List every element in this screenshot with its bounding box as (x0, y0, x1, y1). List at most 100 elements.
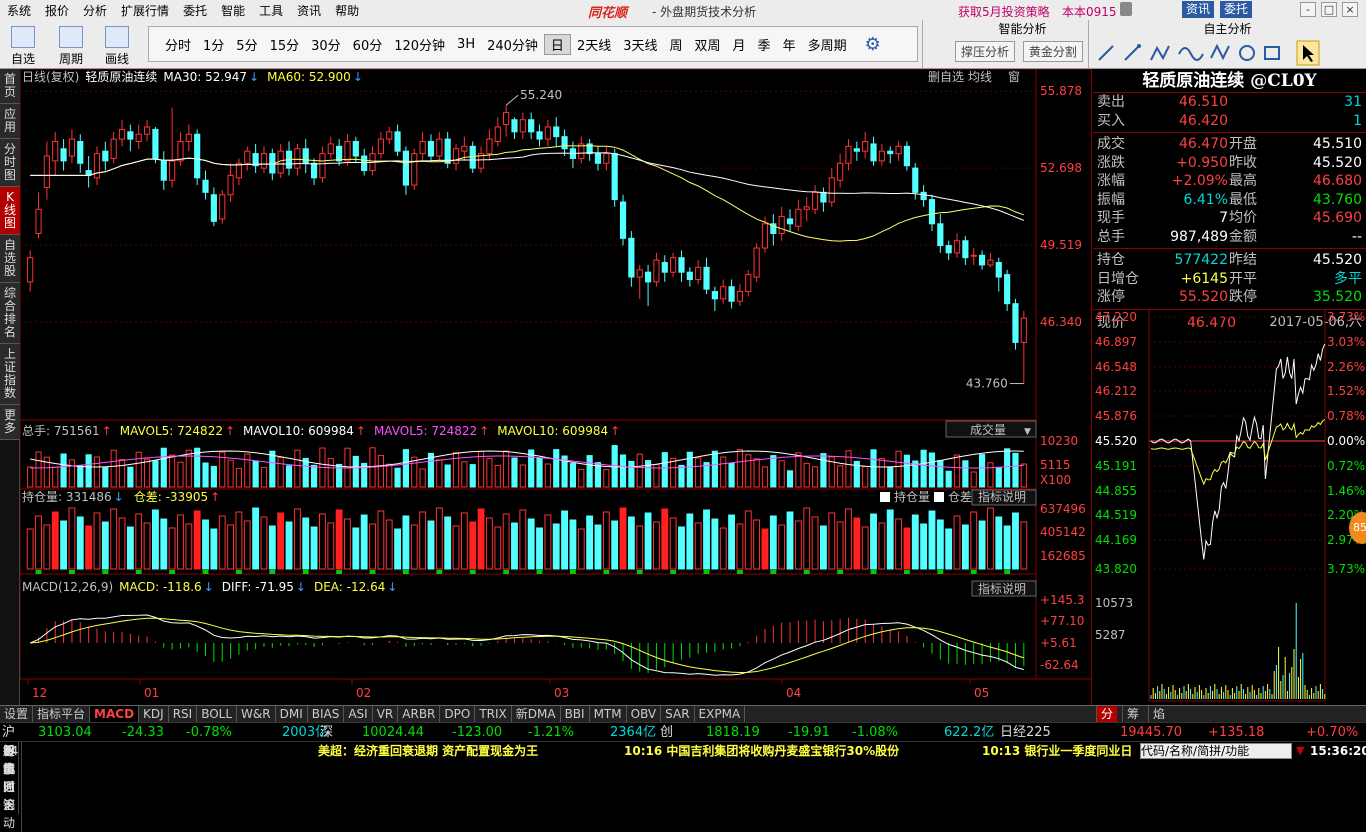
period-13[interactable]: 双周 (689, 35, 727, 54)
news-button-6[interactable]: 24小时滚动 (0, 742, 23, 832)
minimize-button[interactable]: - (1300, 2, 1316, 17)
indicator-tab-rsi[interactable]: RSI (169, 705, 198, 723)
period-12[interactable]: 周 (664, 35, 689, 54)
period-14[interactable]: 月 (727, 35, 752, 54)
period-16[interactable]: 年 (777, 35, 802, 54)
left-tab-0[interactable]: 首页 (0, 69, 20, 104)
news-item-3[interactable]: 10:13 银行业一季度同业日 (982, 742, 1132, 760)
indicator-tab-w&r[interactable]: W&R (237, 705, 276, 723)
volume-bar (987, 462, 994, 488)
news-item-2[interactable]: 10:16 中国吉利集团将收购丹麦盛宝银行30%股份 (624, 742, 899, 760)
promo-link-2[interactable]: 本本0915 (1062, 3, 1117, 20)
chevron-down-icon[interactable]: ▼ (1024, 427, 1031, 437)
gear-icon[interactable]: ⚙ (859, 34, 887, 55)
period-5[interactable]: 60分 (347, 35, 389, 54)
candle (594, 153, 602, 164)
oi-bar (895, 518, 902, 570)
oi-checkbox[interactable] (880, 492, 890, 502)
info-button[interactable]: 资讯 (1182, 1, 1215, 18)
chart-tool-0[interactable]: 删自选 (928, 70, 964, 84)
indicator-tab-设置[interactable]: 设置 (0, 705, 34, 723)
period-6[interactable]: 120分钟 (388, 35, 451, 54)
indicator-tab-mtm[interactable]: MTM (590, 705, 627, 723)
period-7[interactable]: 3H (451, 37, 481, 52)
promo-link[interactable]: 获取5月投资策略 (958, 3, 1050, 20)
period-11[interactable]: 3天线 (617, 35, 663, 54)
menu-help[interactable]: 帮助 (328, 2, 366, 19)
period-10[interactable]: 2天线 (571, 35, 617, 54)
indicator-tab-arbr[interactable]: ARBR (398, 705, 441, 723)
candle (427, 141, 435, 157)
left-tab-2[interactable]: 分时图 (0, 139, 20, 187)
intraday-minichart[interactable]: 47.220 46.897 46.548 46.212 45.876 45.520 45.1… (1093, 309, 1366, 706)
code-search-input[interactable]: 代码/名称/简拼/功能 (1140, 743, 1292, 759)
golden-ratio-button[interactable]: 黄金分割 (1022, 41, 1083, 62)
menu-trade[interactable]: 委托 (176, 2, 214, 19)
kline-chart[interactable]: 55.878 52.698 49.519 46.340 日线(复权) 轻质原油连续 MA30… (19, 68, 1093, 705)
menu-tools[interactable]: 工具 (252, 2, 290, 19)
skin-icon[interactable] (1120, 2, 1132, 16)
news-item-1[interactable]: 美超：经济重回衰退期 资产配置现金为王 (318, 742, 538, 760)
indicator-tab-asi[interactable]: ASI (344, 705, 373, 723)
indicator-tab-指标平台[interactable]: 指标平台 (33, 705, 91, 723)
indicator-tab-dpo[interactable]: DPO (440, 705, 476, 723)
indicator-tab-dmi[interactable]: DMI (276, 705, 308, 723)
indicator-tab-bias[interactable]: BIAS (308, 705, 345, 723)
mini-pct-tick: 2.26% (1327, 360, 1365, 374)
maximize-button[interactable]: □ (1321, 2, 1337, 17)
chart-tool-2[interactable]: 窗 (1008, 70, 1020, 84)
quote-row: 日增仓 +6145 开平 多平 (1097, 270, 1362, 287)
indicator-tab-vr[interactable]: VR (373, 705, 399, 723)
left-tab-4[interactable]: 自选股 (0, 235, 20, 283)
draw-button[interactable]: 画线 (100, 22, 134, 67)
indicator-tab-新dma[interactable]: 新DMA (512, 705, 561, 723)
menu-quote[interactable]: 报价 (38, 2, 76, 19)
watchlist-button[interactable]: 自选股 (6, 22, 40, 83)
indicator-tab-obv[interactable]: OBV (627, 705, 662, 723)
indicator-tab-kdj[interactable]: KDJ (139, 705, 169, 723)
trade-button[interactable]: 委托 (1220, 1, 1253, 18)
period-17[interactable]: 多周期 (802, 35, 853, 54)
oi-diff-checkbox[interactable] (934, 492, 944, 502)
oi-bar (586, 515, 594, 570)
side-tab-1[interactable]: 筹 (1122, 706, 1143, 723)
indicator-tab-bbi[interactable]: BBI (561, 705, 590, 723)
side-tab-2[interactable]: 焰 (1148, 706, 1169, 723)
oi-bar (552, 523, 560, 570)
left-tab-6[interactable]: 上证指数 (0, 344, 20, 405)
draw-tools[interactable] (1089, 38, 1366, 68)
support-resistance-button[interactable]: 撑压分析 (955, 41, 1016, 62)
left-tab-7[interactable]: 更多 (0, 405, 20, 440)
period-2[interactable]: 5分 (230, 35, 263, 54)
indicator-tab-boll[interactable]: BOLL (197, 705, 238, 723)
volume-bar (928, 452, 936, 488)
indicator-tab-trix[interactable]: TRIX (475, 705, 512, 723)
period-9[interactable]: 日 (543, 33, 571, 55)
menu-smart[interactable]: 智能 (214, 2, 252, 19)
menu-system[interactable]: 系统 (0, 2, 38, 19)
period-8[interactable]: 240分钟 (481, 35, 544, 54)
indicator-tab-expma[interactable]: EXPMA (695, 705, 746, 723)
candle (310, 162, 318, 179)
oi-diff-bar (703, 570, 710, 574)
left-tab-1[interactable]: 应用 (0, 104, 20, 139)
period-15[interactable]: 季 (752, 35, 777, 54)
period-0[interactable]: 分时 (159, 35, 197, 54)
dropdown-icon[interactable]: ▼ (1296, 742, 1304, 760)
indicator-tab-sar[interactable]: SAR (661, 705, 695, 723)
volume-bar (194, 447, 201, 488)
cycle-button[interactable]: 周期 (54, 22, 88, 67)
period-4[interactable]: 30分 (305, 35, 347, 54)
menu-extended[interactable]: 扩展行情 (114, 2, 176, 19)
chart-tool-1[interactable]: 均线 (968, 70, 992, 84)
close-button[interactable]: × (1342, 2, 1358, 17)
menu-analysis[interactable]: 分析 (76, 2, 114, 19)
indicator-tab-macd[interactable]: MACD (90, 705, 140, 723)
side-tab-0[interactable]: 分 (1096, 706, 1118, 723)
left-tab-3[interactable]: K线图 (0, 187, 20, 235)
volume-bar (703, 462, 710, 488)
period-1[interactable]: 1分 (197, 35, 230, 54)
period-3[interactable]: 15分 (264, 35, 306, 54)
left-tab-5[interactable]: 综合排名 (0, 283, 20, 344)
menu-info[interactable]: 资讯 (290, 2, 328, 19)
